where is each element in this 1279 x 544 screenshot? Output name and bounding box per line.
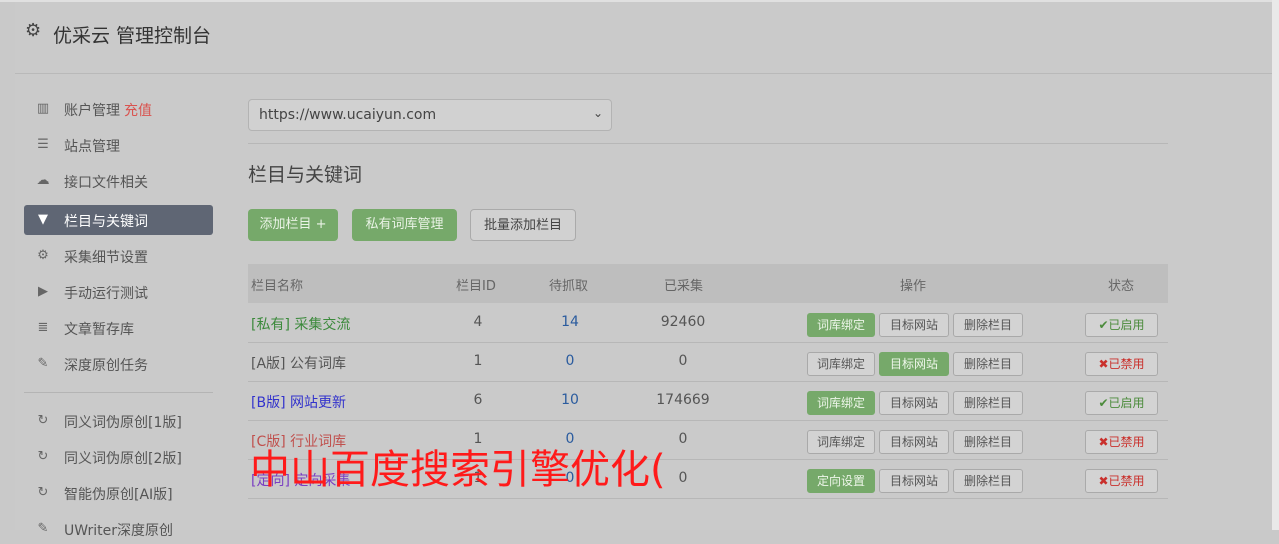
sidebar-item-synonym-v1[interactable]: ↻ 同义词伪原创[1版] <box>24 406 213 436</box>
status-badge[interactable]: ✔已启用 <box>1085 313 1158 337</box>
collected-count: 0 <box>678 353 688 369</box>
column-id: 4 <box>473 314 483 330</box>
status-badge[interactable]: ✖已禁用 <box>1085 352 1158 376</box>
page-title: 优采云 管理控制台 <box>53 25 212 47</box>
play-circle-icon: ▶ <box>38 284 48 299</box>
refresh-icon: ↻ <box>37 413 49 428</box>
table-row: [私有] 采集交流 4 14 92460 词库绑定 目标网站 删除栏目 ✔已启用 <box>248 303 1168 343</box>
lexicon-bind-button[interactable]: 词库绑定 <box>807 352 875 376</box>
sidebar-item-interface-files[interactable]: ☁ 接口文件相关 <box>24 166 213 196</box>
cogs-icon: ⚙ <box>37 248 49 263</box>
chevron-down-icon: ⌄ <box>592 106 603 120</box>
sidebar-item-label: 智能伪原创[AI版] <box>64 487 173 503</box>
app-header: ⚙ 优采云 管理控制台 <box>15 0 1272 74</box>
column-name-link[interactable]: [私有] 采集交流 <box>251 314 350 334</box>
table-row: [A版] 公有词库 1 0 0 词库绑定 目标网站 删除栏目 ✖已禁用 <box>248 342 1168 382</box>
column-header-name: 栏目名称 <box>251 279 304 294</box>
sidebar-item-label: UWriter深度原创 <box>64 523 173 539</box>
column-header-actions: 操作 <box>900 279 927 294</box>
sidebar-item-label: 站点管理 <box>64 139 120 155</box>
delete-column-button[interactable]: 删除栏目 <box>953 469 1023 493</box>
lexicon-bind-button[interactable]: 词库绑定 <box>807 430 875 454</box>
sidebar-divider <box>24 392 213 393</box>
column-name: 公有词库 <box>289 356 346 372</box>
column-header-pending: 待抓取 <box>549 279 589 294</box>
sidebar-item-label: 同义词伪原创[2版] <box>64 451 182 467</box>
private-lexicon-button[interactable]: 私有词库管理 <box>352 209 457 241</box>
cloud-upload-icon: ☁ <box>36 173 50 188</box>
edit-icon: ✎ <box>37 356 49 371</box>
column-name-link[interactable]: [B版] 网站更新 <box>251 392 346 412</box>
collected-count: 174669 <box>656 392 710 408</box>
add-column-button[interactable]: 添加栏目 + <box>248 209 338 241</box>
sidebar-item-label: 文章暂存库 <box>64 322 134 338</box>
table-row: [B版] 网站更新 6 10 174669 词库绑定 目标网站 删除栏目 ✔已启… <box>248 381 1168 421</box>
scrollbar[interactable] <box>1272 0 1279 530</box>
sidebar-item-label: 深度原创任务 <box>64 358 148 374</box>
refresh-icon: ↻ <box>37 485 49 500</box>
pending-count[interactable]: 0 <box>540 353 600 369</box>
sidebar-item-label: 同义词伪原创[1版] <box>64 415 182 431</box>
column-header-id: 栏目ID <box>456 279 496 294</box>
gear-icon: ⚙ <box>25 20 42 41</box>
sidebar-item-sites[interactable]: ☰ 站点管理 <box>24 130 213 160</box>
sidebar-item-label: 栏目与关键词 <box>64 214 148 230</box>
column-name: 采集交流 <box>294 317 351 333</box>
collected-count: 92460 <box>660 314 706 330</box>
edit-icon: ✎ <box>37 521 49 536</box>
section-title: 栏目与关键词 <box>248 164 363 186</box>
sidebar-item-ai-rewrite[interactable]: ↻ 智能伪原创[AI版] <box>24 478 213 508</box>
delete-column-button[interactable]: 删除栏目 <box>953 430 1023 454</box>
sidebar-item-manual-test[interactable]: ▶ 手动运行测试 <box>24 277 213 307</box>
column-header-status: 状态 <box>1108 279 1135 294</box>
targeted-settings-button[interactable]: 定向设置 <box>807 469 875 493</box>
recharge-link[interactable]: 充值 <box>124 103 152 119</box>
lexicon-bind-button[interactable]: 词库绑定 <box>807 391 875 415</box>
site-select-value: https://www.ucaiyun.com <box>259 107 437 123</box>
database-icon: ≣ <box>37 320 49 335</box>
target-site-button[interactable]: 目标网站 <box>879 391 949 415</box>
pending-count[interactable]: 10 <box>540 392 600 408</box>
sidebar-item-label: 手动运行测试 <box>64 286 148 302</box>
sidebar-item-collect-settings[interactable]: ⚙ 采集细节设置 <box>24 241 213 271</box>
column-prefix: [私有] <box>251 317 290 333</box>
target-site-button[interactable]: 目标网站 <box>879 313 949 337</box>
pending-count[interactable]: 14 <box>540 314 600 330</box>
sidebar-item-article-store[interactable]: ≣ 文章暂存库 <box>24 313 213 343</box>
column-prefix: [A版] <box>251 356 286 372</box>
status-badge[interactable]: ✖已禁用 <box>1085 430 1158 454</box>
sidebar-item-uwriter[interactable]: ✎ UWriter深度原创 <box>24 514 213 544</box>
status-badge[interactable]: ✔已启用 <box>1085 391 1158 415</box>
delete-column-button[interactable]: 删除栏目 <box>953 313 1023 337</box>
sidebar-item-label: 账户管理 <box>64 103 120 119</box>
column-header-collected: 已采集 <box>664 279 704 294</box>
batch-add-button[interactable]: 批量添加栏目 <box>470 209 576 241</box>
target-site-button[interactable]: 目标网站 <box>879 352 949 376</box>
server-icon: ☰ <box>37 137 49 152</box>
sidebar-item-deep-original[interactable]: ✎ 深度原创任务 <box>24 349 213 379</box>
filter-icon: ▼ <box>38 212 48 227</box>
table-header: 栏目名称 栏目ID 待抓取 已采集 操作 状态 <box>248 264 1168 303</box>
sidebar-item-synonym-v2[interactable]: ↻ 同义词伪原创[2版] <box>24 442 213 472</box>
delete-column-button[interactable]: 删除栏目 <box>953 352 1023 376</box>
target-site-button[interactable]: 目标网站 <box>879 469 949 493</box>
target-site-button[interactable]: 目标网站 <box>879 430 949 454</box>
column-name: 网站更新 <box>289 395 346 411</box>
refresh-icon: ↻ <box>37 449 49 464</box>
column-id: 6 <box>473 392 483 408</box>
bar-chart-icon: ▥ <box>36 101 50 116</box>
divider <box>248 143 1168 144</box>
sidebar-item-columns-keywords[interactable]: ▼ 栏目与关键词 <box>24 205 213 235</box>
sidebar-item-account[interactable]: ▥ 账户管理 充值 <box>24 94 213 124</box>
site-select[interactable]: https://www.ucaiyun.com ⌄ <box>248 99 612 131</box>
column-name-link[interactable]: [A版] 公有词库 <box>251 353 346 373</box>
delete-column-button[interactable]: 删除栏目 <box>953 391 1023 415</box>
watermark-overlay: 中山百度搜索引擎优化( <box>250 447 666 493</box>
sidebar-item-label: 采集细节设置 <box>64 250 148 266</box>
column-prefix: [B版] <box>251 395 286 411</box>
lexicon-bind-button[interactable]: 词库绑定 <box>807 313 875 337</box>
column-id: 1 <box>473 353 483 369</box>
status-badge[interactable]: ✖已禁用 <box>1085 469 1158 493</box>
sidebar-item-label: 接口文件相关 <box>64 175 148 191</box>
